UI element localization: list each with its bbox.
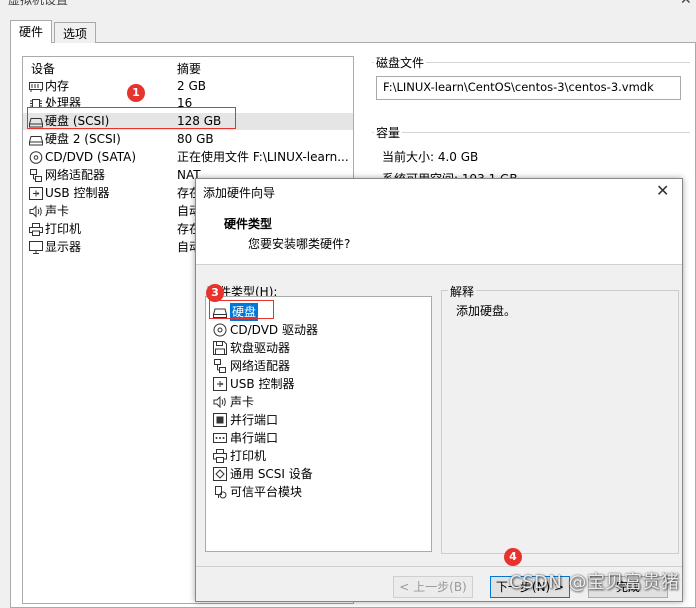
device-row-memory[interactable]: 内存 2 GB <box>23 78 353 95</box>
hardware-item-tpm[interactable]: 可信平台模块 <box>210 483 430 501</box>
device-name: CD/DVD (SATA) <box>45 150 137 164</box>
hardware-item-label: 通用 SCSI 设备 <box>230 467 313 481</box>
parallel-port-icon <box>213 413 227 427</box>
hardware-item-generic-scsi[interactable]: 通用 SCSI 设备 <box>210 465 430 483</box>
description-group-title: 解释 <box>448 283 477 300</box>
wizard-subheading: 您要安装哪类硬件? <box>248 237 351 251</box>
wizard-heading: 硬件类型 <box>224 217 273 231</box>
hardware-item-network[interactable]: 网络适配器 <box>210 357 430 375</box>
hardware-type-list[interactable]: 硬盘 CD/DVD 驱动器 软盘驱动器 网络适配器 USB 控制器 声卡 并行端… <box>205 296 432 552</box>
hardware-item-label: USB 控制器 <box>230 377 295 391</box>
description-text: 添加硬盘。 <box>456 304 517 318</box>
hardware-item-label: 打印机 <box>230 449 267 463</box>
floppy-icon <box>213 341 227 355</box>
hardware-item-label: 串行端口 <box>230 431 279 445</box>
capacity-group-title: 容量 <box>374 124 403 141</box>
device-row-hard-disk-2[interactable]: 硬盘 2 (SCSI) 80 GB <box>23 131 353 148</box>
wizard-footer-divider <box>196 566 682 567</box>
hardware-item-floppy[interactable]: 软盘驱动器 <box>210 339 430 357</box>
column-header-device[interactable]: 设备 <box>31 60 55 77</box>
hardware-item-label: 软盘驱动器 <box>230 341 291 355</box>
device-name: USB 控制器 <box>45 186 110 200</box>
column-header-summary[interactable]: 摘要 <box>177 60 201 77</box>
memory-icon <box>29 80 43 93</box>
annotation-highlight-hard-disk-item <box>209 300 274 319</box>
hardware-item-parallel-port[interactable]: 并行端口 <box>210 411 430 429</box>
usb-icon <box>29 187 43 200</box>
hardware-item-label: 网络适配器 <box>230 359 291 373</box>
hardware-item-sound[interactable]: 声卡 <box>210 393 430 411</box>
wizard-header: 硬件类型 您要安装哪类硬件? <box>196 205 682 265</box>
window-close-button[interactable]: ✕ <box>680 0 692 8</box>
hardware-item-label: 声卡 <box>230 395 255 409</box>
annotation-step-3: 3 <box>206 284 224 302</box>
scsi-icon <box>213 467 227 481</box>
hardware-item-printer[interactable]: 打印机 <box>210 447 430 465</box>
serial-port-icon <box>213 431 227 445</box>
network-icon <box>213 359 227 373</box>
hardware-item-label: CD/DVD 驱动器 <box>230 323 318 337</box>
capacity-group-border <box>372 132 690 133</box>
description-group <box>441 290 679 554</box>
hard-disk-icon <box>29 133 43 146</box>
hardware-item-usb[interactable]: USB 控制器 <box>210 375 430 393</box>
hardware-item-label: 可信平台模块 <box>230 485 303 499</box>
annotation-highlight-hard-disk <box>27 107 236 129</box>
annotation-step-1: 1 <box>127 84 145 102</box>
device-name: 声卡 <box>45 204 70 218</box>
device-name: 硬盘 2 (SCSI) <box>45 132 121 146</box>
device-summary: 2 GB <box>177 79 206 93</box>
device-name: 打印机 <box>45 222 82 236</box>
device-row-cd-dvd[interactable]: CD/DVD (SATA) 正在使用文件 F:\LINUX-learn... <box>23 149 353 166</box>
window-title: 虚拟机设置 <box>8 0 69 7</box>
hardware-item-serial-port[interactable]: 串行端口 <box>210 429 430 447</box>
usb-icon <box>213 377 227 391</box>
wizard-titlebar: 添加硬件向导 ✕ <box>196 179 682 205</box>
device-name: 内存 <box>45 79 70 93</box>
current-size-text: 当前大小: 4.0 GB <box>382 150 479 164</box>
watermark: CSDN @宝贝富贵猪 <box>509 572 680 593</box>
disk-file-group-title: 磁盘文件 <box>374 54 427 71</box>
sound-icon <box>213 395 227 409</box>
device-name: 网络适配器 <box>45 168 106 182</box>
device-summary: 正在使用文件 F:\LINUX-learn... <box>177 150 349 164</box>
network-icon <box>29 169 43 182</box>
hardware-item-label: 并行端口 <box>230 413 279 427</box>
cd-dvd-icon <box>213 323 227 337</box>
sound-icon <box>29 205 43 218</box>
back-button[interactable]: < 上一步(B) <box>393 576 473 598</box>
display-icon <box>29 241 43 254</box>
disk-file-path-field[interactable]: F:\LINUX-learn\CentOS\centos-3\centos-3.… <box>376 76 681 100</box>
wizard-close-button[interactable]: ✕ <box>656 181 669 200</box>
printer-icon <box>213 449 227 463</box>
cd-dvd-icon <box>29 151 43 164</box>
tab-hardware[interactable]: 硬件 <box>10 20 53 43</box>
device-summary: 80 GB <box>177 132 214 146</box>
annotation-step-4: 4 <box>504 548 522 566</box>
tpm-icon <box>213 485 227 499</box>
wizard-title: 添加硬件向导 <box>203 186 276 200</box>
hardware-item-cd-dvd[interactable]: CD/DVD 驱动器 <box>210 321 430 339</box>
tab-options[interactable]: 选项 <box>54 22 97 43</box>
printer-icon <box>29 223 43 236</box>
device-name: 显示器 <box>45 240 82 254</box>
